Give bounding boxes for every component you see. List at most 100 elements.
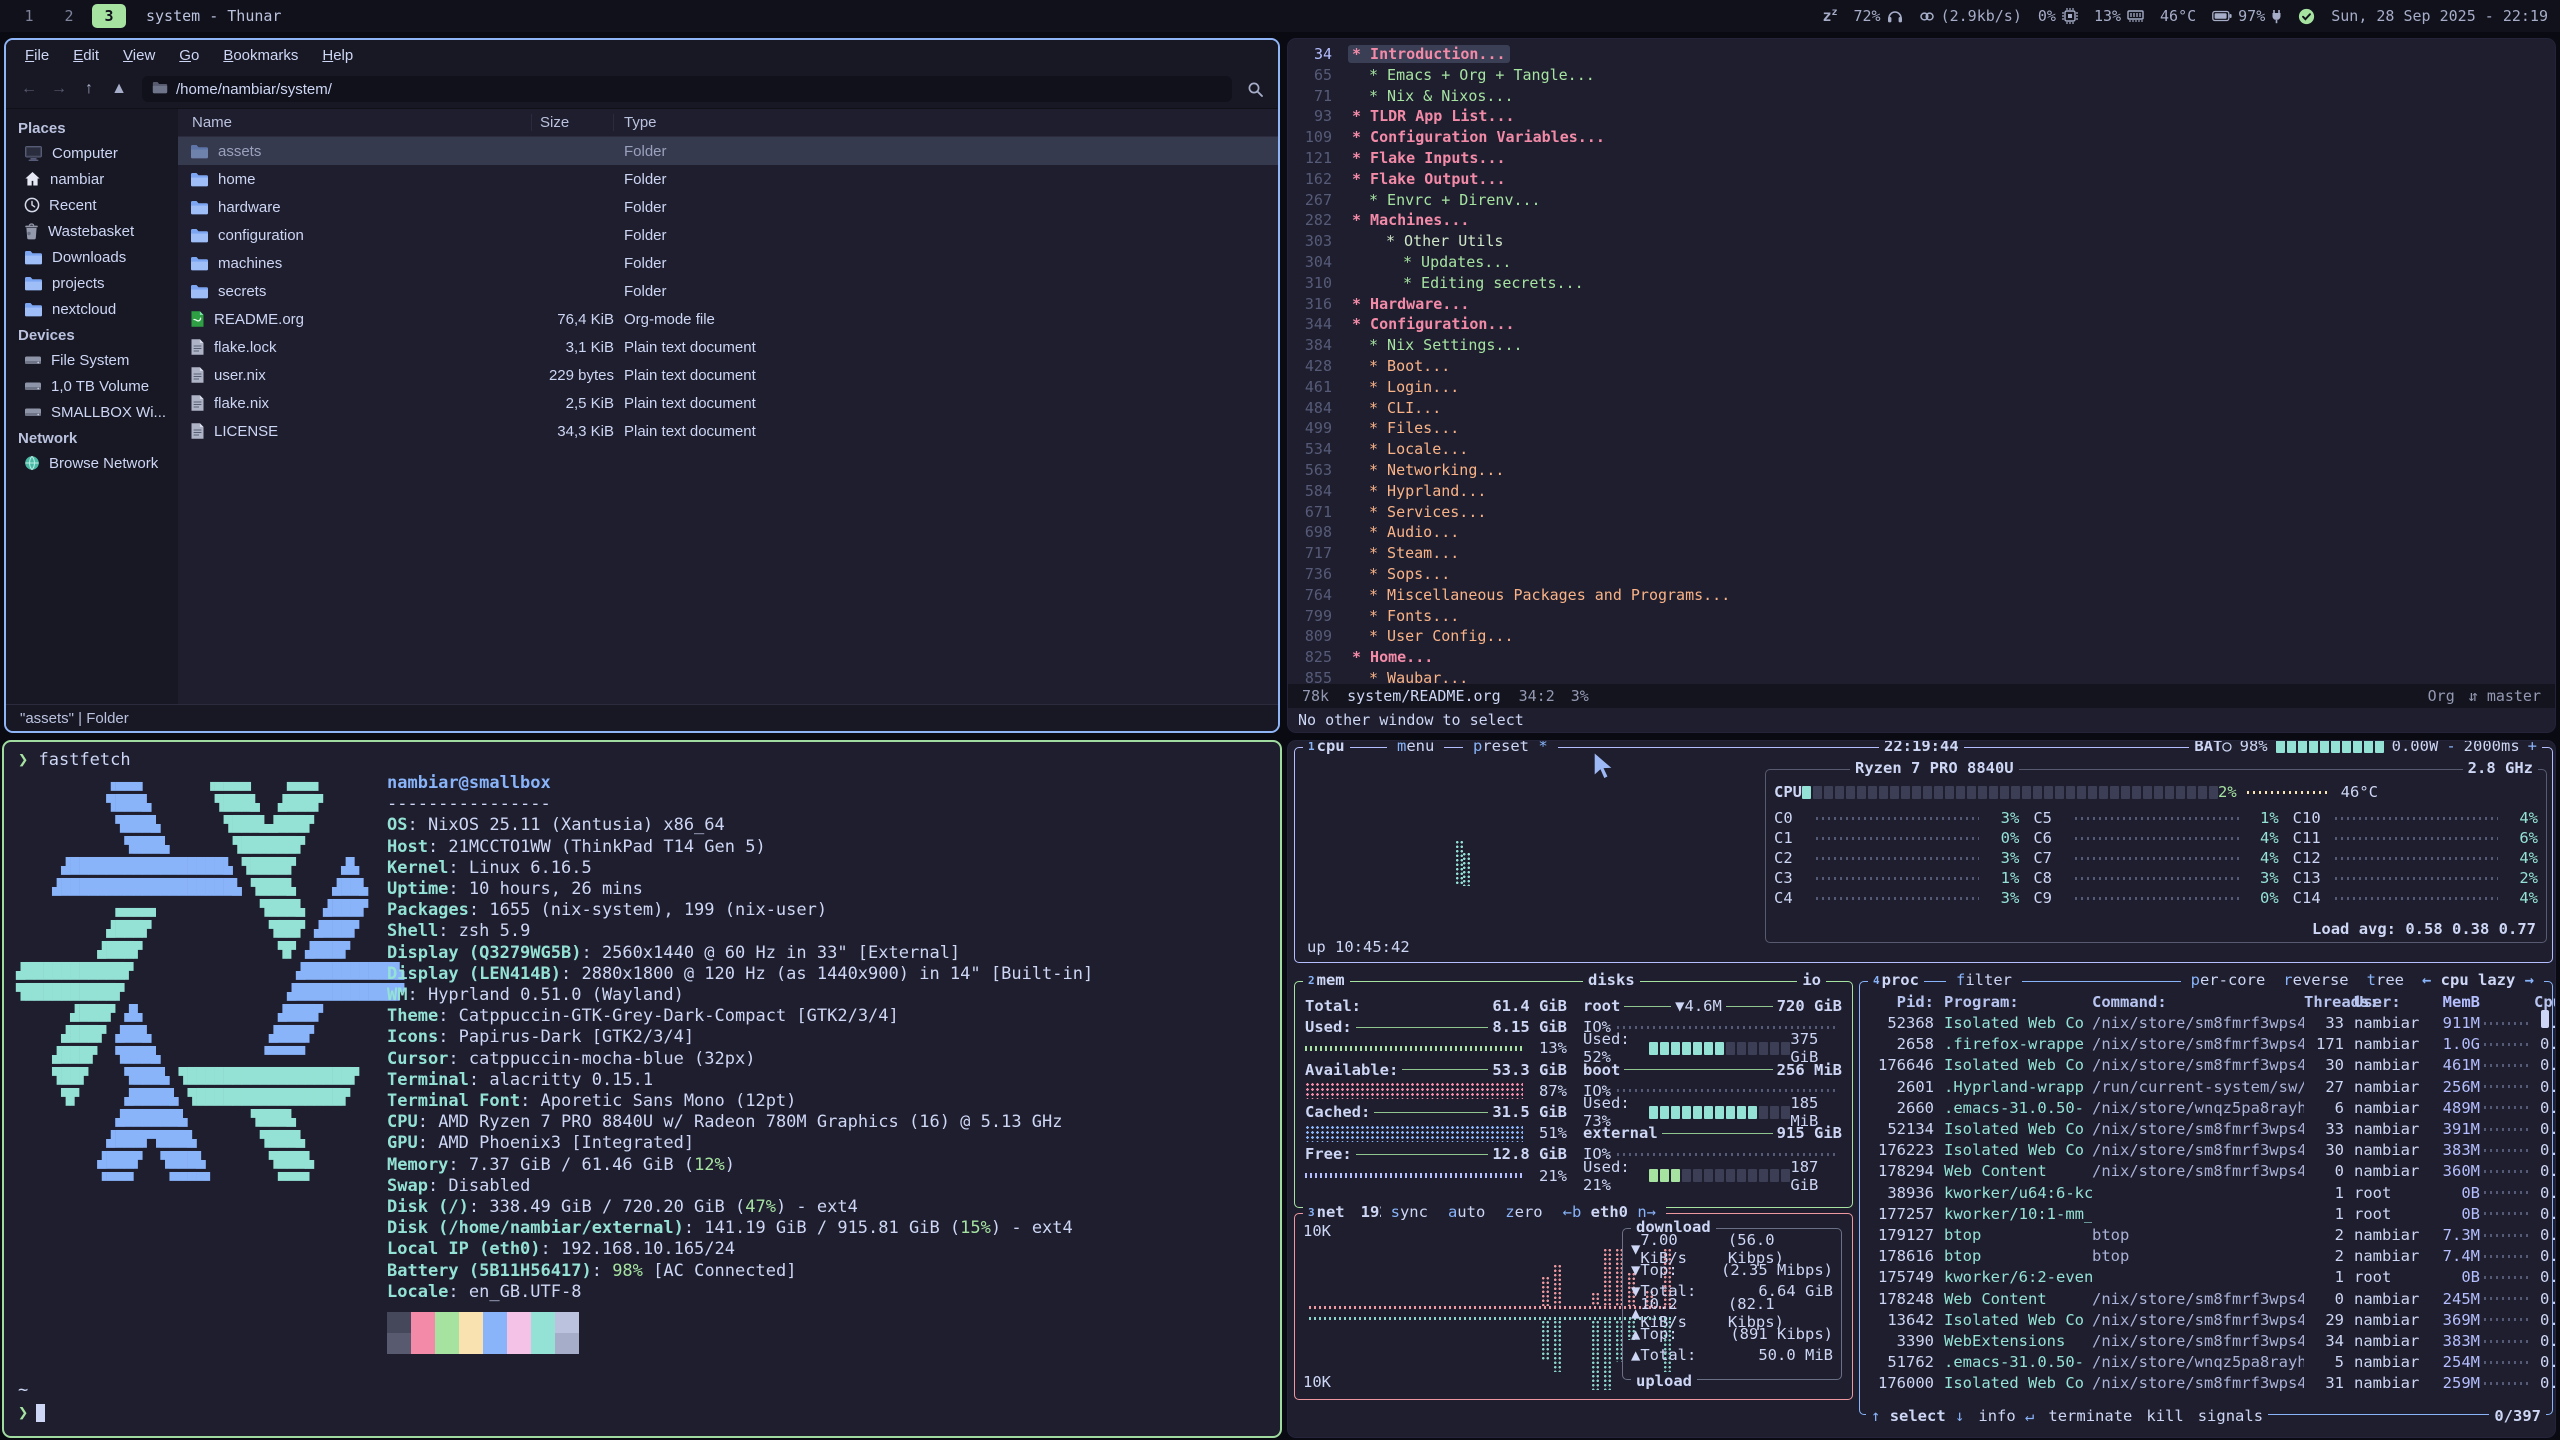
column-type[interactable]: Type [614, 114, 1278, 131]
org-heading-line[interactable]: 855* Waubar... [1288, 668, 2555, 684]
net-button-sync[interactable]: sync [1386, 1203, 1433, 1221]
bar-module-cpu[interactable]: 0% [2038, 7, 2078, 25]
interval-minus[interactable]: - [2446, 740, 2455, 755]
process-row[interactable]: 178616btopbtop2nambiar7.4M0.0 [1870, 1246, 2544, 1266]
org-heading-line[interactable]: 764* Miscellaneous Packages and Programs… [1288, 585, 2555, 606]
process-row[interactable]: 175749kworker/6:2-even1root0B0.0 [1870, 1267, 2544, 1287]
process-row[interactable]: 52368Isolated Web Co/nix/store/sm8fmrf3w… [1870, 1013, 2544, 1033]
net-button-auto[interactable]: auto [1443, 1203, 1490, 1221]
org-heading-line[interactable]: 698* Audio... [1288, 522, 2555, 543]
bar-module-idle[interactable]: zz [1822, 7, 1837, 25]
org-heading-line[interactable]: 484* CLI... [1288, 398, 2555, 419]
sidebar-item-smallbox-wi-[interactable]: SMALLBOX Wi... [6, 399, 178, 425]
filter-button[interactable]: filter [1946, 971, 2022, 989]
sidebar-item-downloads[interactable]: Downloads [6, 244, 178, 270]
org-heading-line[interactable]: 310* Editing secrets... [1288, 273, 2555, 294]
org-heading-line[interactable]: 584* Hyprland... [1288, 481, 2555, 502]
proc-button-per-core[interactable]: per-core [2186, 971, 2271, 989]
disks-io-toggle[interactable]: io [1797, 971, 1826, 989]
org-heading-line[interactable]: 34* Introduction... [1288, 44, 2555, 65]
shell-prompt-line[interactable]: ❯ [18, 1403, 45, 1423]
process-row[interactable]: 179127btopbtop2nambiar7.3M0.0 [1870, 1225, 2544, 1245]
sort-selector[interactable]: ← cpu lazy → [2417, 971, 2539, 989]
table-row-flake-nix[interactable]: flake.nix2,5 KiBPlain text document [178, 389, 1278, 417]
table-row-configuration[interactable]: configurationFolder [178, 221, 1278, 249]
terminate-key[interactable]: terminate [2048, 1407, 2132, 1425]
select-keys[interactable]: ↑ select ↓ [1871, 1407, 1964, 1425]
org-heading-line[interactable]: 534* Locale... [1288, 439, 2555, 460]
proc-col-header[interactable]: User: [2354, 993, 2428, 1011]
process-row[interactable]: 2660.emacs-31.0.50-/nix/store/wnqz5pa8ra… [1870, 1098, 2544, 1118]
menu-help[interactable]: Help [311, 45, 364, 66]
sidebar-item-nambiar[interactable]: nambiar [6, 166, 178, 192]
menu-view[interactable]: View [112, 45, 166, 66]
menu-file[interactable]: File [14, 45, 60, 66]
proc-col-header[interactable]: Threads: [2304, 993, 2344, 1011]
proc-col-header[interactable]: MemB [2428, 993, 2480, 1011]
scrollbar-thumb[interactable] [2541, 1010, 2549, 1028]
table-row-readme-org[interactable]: README.org76,4 KiBOrg-mode file [178, 305, 1278, 333]
table-row-secrets[interactable]: secretsFolder [178, 277, 1278, 305]
column-name[interactable]: Name [178, 114, 532, 131]
org-heading-line[interactable]: 121* Flake Inputs... [1288, 148, 2555, 169]
bar-module-volume[interactable]: 72% [1854, 7, 1903, 25]
bar-module-temperature[interactable]: 46°C [2160, 7, 2196, 25]
process-row[interactable]: 2601.Hyprland-wrapp/run/current-system/s… [1870, 1077, 2544, 1097]
net-button-zero[interactable]: zero [1500, 1203, 1547, 1221]
org-heading-line[interactable]: 162* Flake Output... [1288, 169, 2555, 190]
table-row-user-nix[interactable]: user.nix229 bytesPlain text document [178, 361, 1278, 389]
org-heading-line[interactable]: 71* Nix & Nixos... [1288, 86, 2555, 107]
table-row-hardware[interactable]: hardwareFolder [178, 193, 1278, 221]
org-heading-line[interactable]: 109* Configuration Variables... [1288, 127, 2555, 148]
sidebar-item-file-system[interactable]: File System [6, 347, 178, 373]
workspace-button-3[interactable]: 3 [92, 4, 126, 28]
process-row[interactable]: 176000Isolated Web Co/nix/store/sm8fmrf3… [1870, 1373, 2544, 1393]
process-row[interactable]: 178294Web Content/nix/store/sm8fmrf3wps4… [1870, 1161, 2544, 1181]
proc-col-header[interactable]: Command: [2092, 993, 2304, 1011]
org-heading-line[interactable]: 809* User Config... [1288, 626, 2555, 647]
table-row-assets[interactable]: assetsFolder [178, 137, 1278, 165]
info-key[interactable]: info ↵ [1978, 1407, 2034, 1425]
forward-button[interactable]: → [44, 75, 74, 103]
interval-plus[interactable]: + [2528, 740, 2537, 755]
org-heading-line[interactable]: 304* Updates... [1288, 252, 2555, 273]
sidebar-item-wastebasket[interactable]: Wastebasket [6, 218, 178, 244]
org-heading-line[interactable]: 499* Files... [1288, 418, 2555, 439]
org-heading-line[interactable]: 428* Boot... [1288, 356, 2555, 377]
process-row[interactable]: 52134Isolated Web Co/nix/store/sm8fmrf3w… [1870, 1119, 2544, 1139]
sidebar-item-computer[interactable]: Computer [6, 140, 178, 166]
org-heading-line[interactable]: 736* Sops... [1288, 564, 2555, 585]
org-heading-line[interactable]: 267* Envrc + Direnv... [1288, 190, 2555, 211]
process-row[interactable]: 2658.firefox-wrappe/nix/store/sm8fmrf3wp… [1870, 1034, 2544, 1054]
menu-button[interactable]: menu [1387, 740, 1444, 755]
org-heading-line[interactable]: 717* Steam... [1288, 543, 2555, 564]
process-row[interactable]: 38936kworker/u64:6-kc1root0B0.0 [1870, 1183, 2544, 1203]
org-heading-line[interactable]: 282* Machines... [1288, 210, 2555, 231]
back-button[interactable]: ← [14, 75, 44, 103]
org-heading-line[interactable]: 384* Nix Settings... [1288, 335, 2555, 356]
org-heading-line[interactable]: 344* Configuration... [1288, 314, 2555, 335]
process-row[interactable]: 3390WebExtensions/nix/store/sm8fmrf3wps4… [1870, 1331, 2544, 1351]
proc-col-header[interactable]: Pid: [1870, 993, 1934, 1011]
preset-button[interactable]: preset * [1463, 740, 1558, 755]
sidebar-item-1-0-tb-volume[interactable]: 1,0 TB Volume [6, 373, 178, 399]
column-size[interactable]: Size [532, 114, 614, 131]
emacs-buffer[interactable]: 34* Introduction...65* Emacs + Org + Tan… [1288, 39, 2555, 684]
process-row[interactable]: 176223Isolated Web Co/nix/store/sm8fmrf3… [1870, 1140, 2544, 1160]
bar-module-network[interactable]: (2.9kb/s) [1919, 7, 2022, 25]
kill-key[interactable]: kill [2146, 1407, 2183, 1425]
table-row-license[interactable]: LICENSE34,3 KiBPlain text document [178, 417, 1278, 445]
org-heading-line[interactable]: 563* Networking... [1288, 460, 2555, 481]
org-heading-line[interactable]: 825* Home... [1288, 647, 2555, 668]
signals-key[interactable]: signals [2198, 1407, 2263, 1425]
process-row[interactable]: 13642Isolated Web Co/nix/store/sm8fmrf3w… [1870, 1310, 2544, 1330]
up-button[interactable]: ↑ [74, 75, 104, 103]
sidebar-item-projects[interactable]: projects [6, 270, 178, 296]
bar-module-memory[interactable]: 13% [2094, 7, 2144, 25]
org-heading-line[interactable]: 65* Emacs + Org + Tangle... [1288, 65, 2555, 86]
table-row-home[interactable]: homeFolder [178, 165, 1278, 193]
proc-button-tree[interactable]: tree [2362, 971, 2409, 989]
process-row[interactable]: 51762.emacs-31.0.50-/nix/store/wnqz5pa8r… [1870, 1352, 2544, 1372]
org-heading-line[interactable]: 799* Fonts... [1288, 606, 2555, 627]
process-row[interactable]: 176646Isolated Web Co/nix/store/sm8fmrf3… [1870, 1055, 2544, 1075]
